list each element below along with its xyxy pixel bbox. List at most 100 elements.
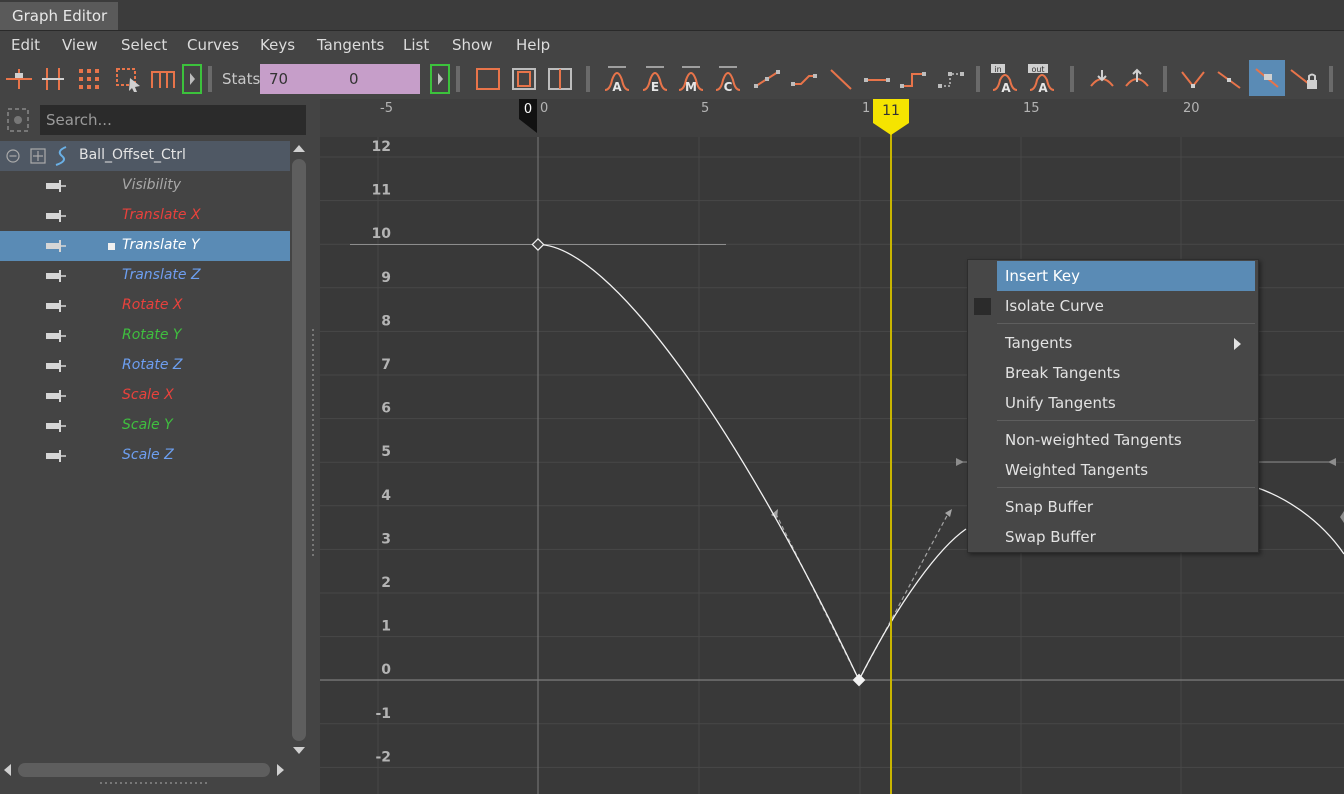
menu-tangents[interactable]: Tangents <box>317 36 384 54</box>
channel-plug-icon <box>46 390 66 402</box>
channel-row[interactable]: Translate Z <box>0 261 290 291</box>
channel-plug-icon <box>46 330 66 342</box>
in-tangent-icon[interactable]: inA <box>990 64 1020 94</box>
stepped-tangent-icon[interactable] <box>898 64 928 94</box>
break-tangent-icon[interactable] <box>1178 64 1208 94</box>
custom-tangent-icon[interactable]: C <box>713 64 743 94</box>
outliner-panel: Search... Ball_Offset_Ctrl Visibility Tra… <box>0 99 320 794</box>
menu-curves[interactable]: Curves <box>187 36 239 54</box>
frame-selection-icon[interactable] <box>509 64 539 94</box>
spline-tangent-letter: E <box>651 80 659 94</box>
channel-row[interactable]: Translate Y <box>0 231 290 261</box>
clamped-tangent-icon[interactable]: M <box>676 64 706 94</box>
retime-tool-icon[interactable] <box>148 64 178 94</box>
channel-row[interactable]: Rotate Z <box>0 351 290 381</box>
menu-select[interactable]: Select <box>121 36 167 54</box>
spline-tangent-icon[interactable]: E <box>640 64 670 94</box>
stepped-next-tangent-icon[interactable] <box>936 64 966 94</box>
filter-icon[interactable] <box>6 107 30 133</box>
menu-list[interactable]: List <box>403 36 429 54</box>
menu-tangents-label: Tangents <box>1005 334 1073 352</box>
y-tick-label: -1 <box>375 706 391 722</box>
outliner-vertical-scrollbar[interactable] <box>290 141 308 761</box>
channel-list: Ball_Offset_Ctrl Visibility Translate X Tr… <box>0 141 290 761</box>
menu-unify-tangents[interactable]: Unify Tangents <box>997 388 1255 418</box>
toolbar: Stats 70 0 A E M C in A out A <box>0 59 1344 99</box>
toolbar-separator <box>976 66 980 92</box>
menu-isolate-curve[interactable]: Isolate Curve <box>997 291 1255 321</box>
out-tangent-letter: A <box>1038 81 1048 94</box>
channel-row[interactable]: Scale X <box>0 381 290 411</box>
plateau-tangent-icon[interactable] <box>862 64 892 94</box>
menu-break-tangents[interactable]: Break Tangents <box>997 358 1255 388</box>
menu-tangents-submenu[interactable]: Tangents <box>997 328 1255 358</box>
window-title-tab[interactable]: Graph Editor <box>0 2 118 30</box>
menu-insert-key[interactable]: Insert Key <box>997 261 1255 291</box>
channel-row[interactable]: Translate X <box>0 201 290 231</box>
step-tangent-icon[interactable] <box>826 64 856 94</box>
menu-help[interactable]: Help <box>516 36 550 54</box>
menu-view[interactable]: View <box>62 36 98 54</box>
lattice-deform-icon[interactable] <box>74 64 104 94</box>
expand-all-icon[interactable] <box>30 148 46 164</box>
channel-label: Visibility <box>122 177 181 193</box>
insert-key-icon[interactable] <box>38 64 68 94</box>
menu-swap-buffer[interactable]: Swap Buffer <box>997 522 1255 552</box>
expand-toggle-2-icon[interactable] <box>428 64 458 94</box>
y-tick-label: 4 <box>381 488 391 504</box>
in-label: in <box>994 65 1001 74</box>
collapse-icon[interactable] <box>6 149 20 163</box>
stats-value-field[interactable]: 0 <box>340 64 420 94</box>
menu-separator <box>997 420 1255 421</box>
channel-plug-icon <box>46 270 66 282</box>
frame-playback-range-icon[interactable] <box>545 64 575 94</box>
menu-weighted-tangents[interactable]: Weighted Tangents <box>997 455 1255 485</box>
outliner-root-item[interactable]: Ball_Offset_Ctrl <box>0 141 290 171</box>
region-select-icon[interactable] <box>112 64 142 94</box>
channel-label: Translate X <box>122 207 201 223</box>
channel-row[interactable]: Rotate Y <box>0 321 290 351</box>
linear-tangent-icon[interactable] <box>752 64 782 94</box>
channel-plug-icon <box>46 420 66 432</box>
panel-splitter-grip[interactable] <box>311 329 315 559</box>
channel-row[interactable]: Scale Y <box>0 411 290 441</box>
channel-label: Rotate Z <box>122 357 183 373</box>
lock-tangent-weight-icon[interactable] <box>1289 64 1319 94</box>
outliner-horizontal-scrollbar[interactable] <box>0 761 290 779</box>
panel-resize-grip[interactable] <box>100 781 208 785</box>
auto-tangent-icon[interactable]: A <box>602 64 632 94</box>
menu-show[interactable]: Show <box>452 36 492 54</box>
flat-tangent-icon[interactable] <box>789 64 819 94</box>
channel-plug-icon <box>46 450 66 462</box>
raise-key-icon[interactable] <box>1122 64 1152 94</box>
menu-separator <box>997 323 1255 324</box>
out-tangent-icon[interactable]: out A <box>1027 64 1057 94</box>
menu-keys[interactable]: Keys <box>260 36 295 54</box>
y-tick-label: -2 <box>375 749 391 765</box>
expand-toggle-icon[interactable] <box>180 64 210 94</box>
unify-tangent-icon[interactable] <box>1214 64 1244 94</box>
menu-snap-buffer[interactable]: Snap Buffer <box>997 492 1255 522</box>
menu-separator <box>997 487 1255 488</box>
y-tick-label: 9 <box>381 270 391 286</box>
root-node-label: Ball_Offset_Ctrl <box>79 147 186 163</box>
channel-row[interactable]: Visibility <box>0 171 290 201</box>
frame-all-icon[interactable] <box>473 64 503 94</box>
menu-non-weighted-tangents[interactable]: Non-weighted Tangents <box>997 425 1255 455</box>
search-input[interactable]: Search... <box>40 105 306 135</box>
y-tick-label: 5 <box>381 444 391 460</box>
channel-label: Translate Z <box>122 267 201 283</box>
channel-label: Rotate X <box>122 297 183 313</box>
channel-row[interactable]: Scale Z <box>0 441 290 471</box>
stats-frame-field[interactable]: 70 <box>260 64 340 94</box>
move-key-icon[interactable] <box>4 64 34 94</box>
isolate-curve-checkbox[interactable] <box>974 298 991 315</box>
y-tick-label: 11 <box>372 183 391 199</box>
lower-key-icon[interactable] <box>1087 64 1117 94</box>
menu-edit[interactable]: Edit <box>11 36 40 54</box>
channel-label: Scale X <box>122 387 174 403</box>
free-tangent-weight-active[interactable] <box>1249 60 1285 96</box>
channel-row[interactable]: Rotate X <box>0 291 290 321</box>
context-menu: Insert Key Isolate Curve Tangents Break … <box>967 259 1259 553</box>
custom-tangent-letter: C <box>724 80 733 94</box>
